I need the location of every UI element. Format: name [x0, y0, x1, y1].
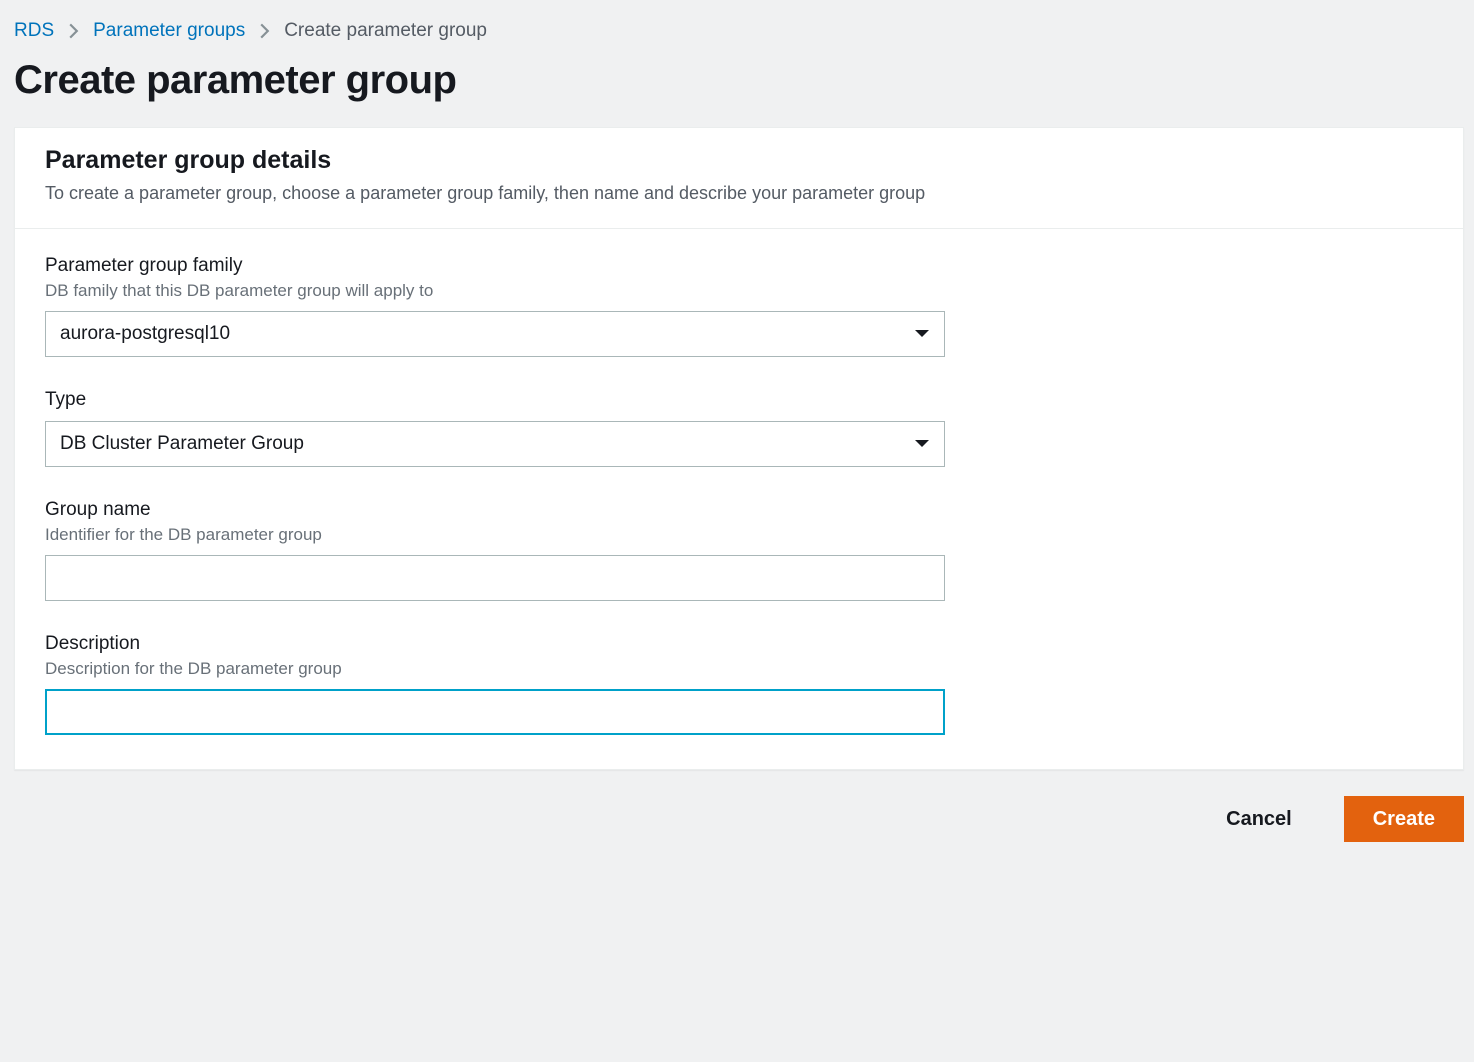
parameter-group-family-select[interactable]: aurora-postgresql10	[45, 311, 945, 357]
field-description: Description Description for the DB param…	[45, 633, 1433, 735]
field-hint: DB family that this DB parameter group w…	[45, 281, 1433, 301]
footer-actions: Cancel Create	[14, 770, 1464, 842]
field-label: Parameter group family	[45, 255, 1433, 277]
field-label: Description	[45, 633, 1433, 655]
breadcrumb-link-rds[interactable]: RDS	[14, 20, 54, 42]
panel-subtitle: To create a parameter group, choose a pa…	[45, 181, 1433, 206]
page-title: Create parameter group	[14, 54, 1464, 127]
description-input[interactable]	[60, 691, 930, 733]
cancel-button[interactable]: Cancel	[1198, 796, 1320, 842]
create-button[interactable]: Create	[1344, 796, 1464, 842]
breadcrumb: RDS Parameter groups Create parameter gr…	[14, 16, 1464, 54]
group-name-input[interactable]	[60, 556, 930, 600]
field-hint: Description for the DB parameter group	[45, 659, 1433, 679]
type-select[interactable]: DB Cluster Parameter Group	[45, 421, 945, 467]
breadcrumb-link-parameter-groups[interactable]: Parameter groups	[93, 20, 245, 42]
chevron-right-icon	[68, 22, 79, 40]
panel-header: Parameter group details To create a para…	[15, 128, 1463, 229]
chevron-right-icon	[259, 22, 270, 40]
field-label: Type	[45, 389, 1433, 411]
field-type: Type DB Cluster Parameter Group	[45, 389, 1433, 467]
panel-parameter-group-details: Parameter group details To create a para…	[14, 127, 1464, 770]
select-value: DB Cluster Parameter Group	[60, 433, 304, 455]
caret-down-icon	[914, 439, 930, 449]
field-parameter-group-family: Parameter group family DB family that th…	[45, 255, 1433, 357]
field-group-name: Group name Identifier for the DB paramet…	[45, 499, 1433, 601]
caret-down-icon	[914, 329, 930, 339]
select-value: aurora-postgresql10	[60, 323, 230, 345]
breadcrumb-current: Create parameter group	[284, 20, 487, 42]
field-label: Group name	[45, 499, 1433, 521]
description-input-wrapper	[45, 689, 945, 735]
field-hint: Identifier for the DB parameter group	[45, 525, 1433, 545]
group-name-input-wrapper	[45, 555, 945, 601]
panel-title: Parameter group details	[45, 146, 1433, 175]
